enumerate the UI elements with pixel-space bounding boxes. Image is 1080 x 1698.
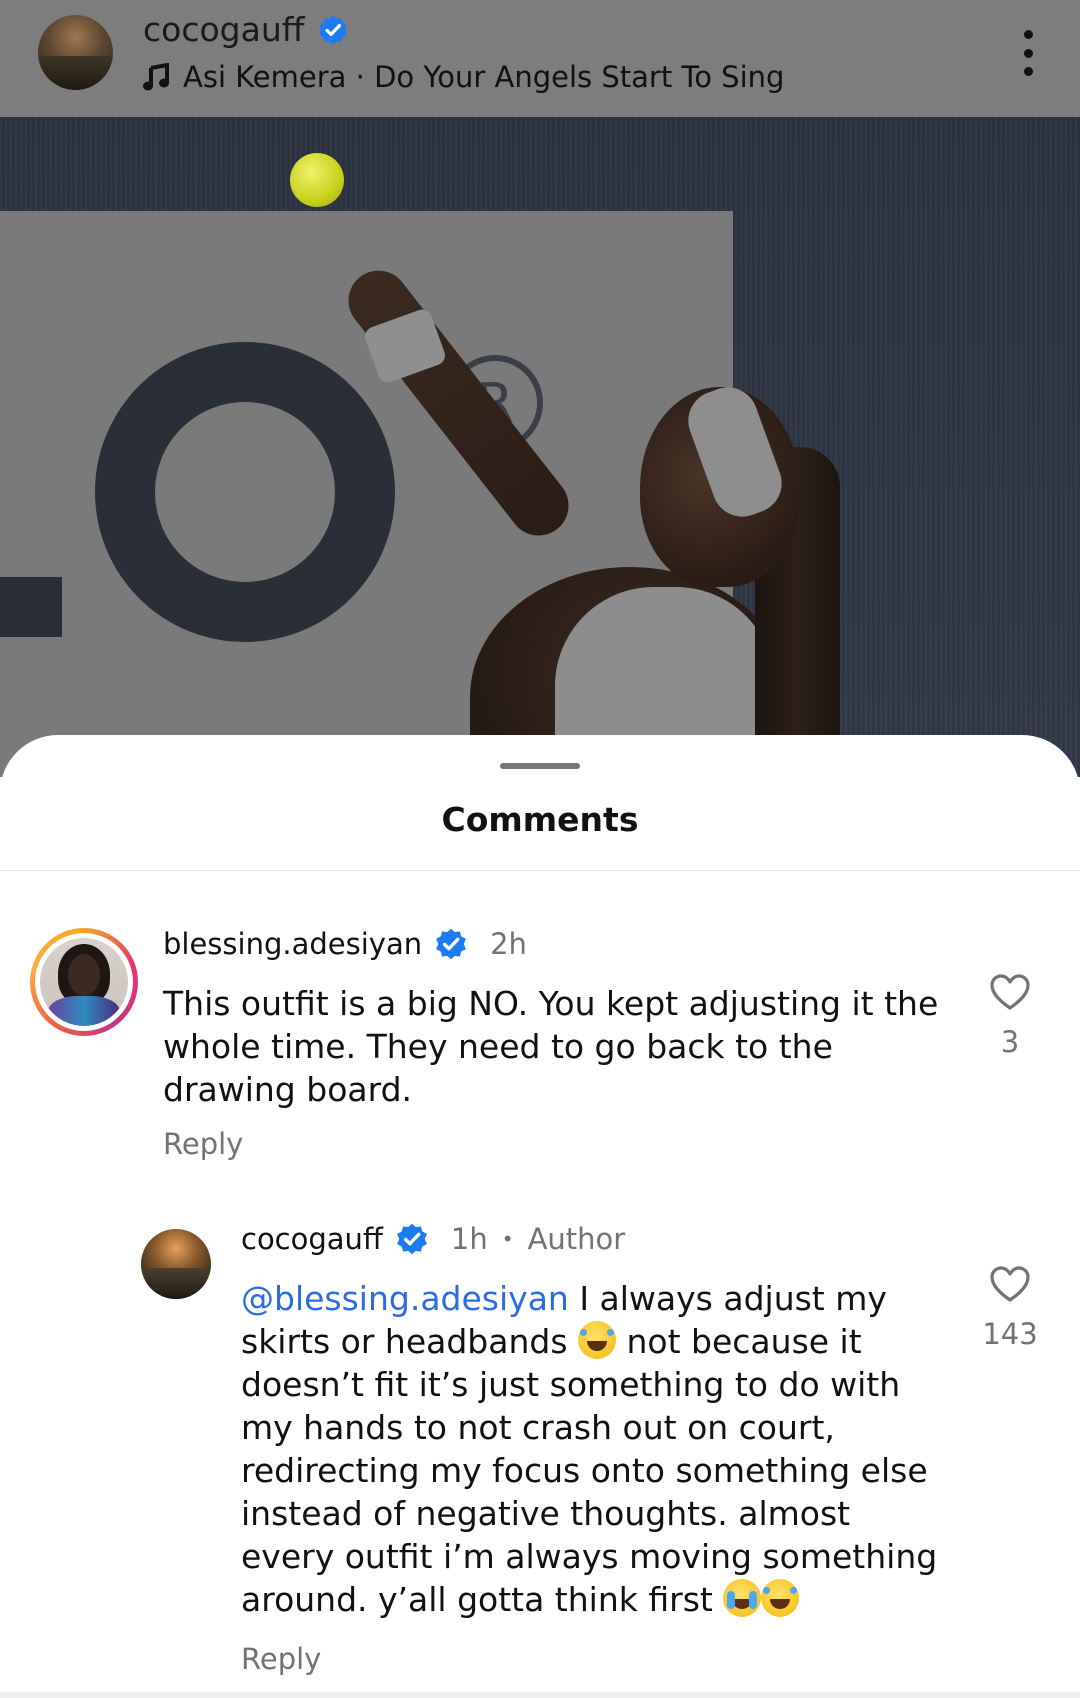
comment-header: blessing.adesiyan 2h <box>163 927 527 961</box>
like-count: 3 <box>1000 1025 1020 1059</box>
reply-button[interactable]: Reply <box>163 1127 243 1161</box>
comment-text-part2: not because it doesn’t fit it’s just som… <box>241 1322 938 1619</box>
like-count: 143 <box>982 1317 1038 1351</box>
post-author[interactable]: cocogauff <box>143 10 349 49</box>
post-header: cocogauff Asi Kemera · Do Your Angels St… <box>0 0 1080 117</box>
comment-text: This outfit is a big NO. You kept adjust… <box>163 984 939 1109</box>
like-button[interactable]: 143 <box>980 1265 1040 1351</box>
divider <box>0 870 1080 871</box>
heart-icon[interactable] <box>989 973 1031 1011</box>
sponsor-logo-o <box>95 342 395 642</box>
reply-button[interactable]: Reply <box>241 1642 321 1676</box>
sheet-title: Comments <box>441 800 639 839</box>
sponsor-logo-l <box>0 577 62 637</box>
author-label: Author <box>527 1222 626 1256</box>
sheet-drag-handle[interactable] <box>500 763 580 769</box>
comment-time: 2h <box>490 927 527 961</box>
post-author-avatar[interactable] <box>38 15 113 90</box>
comment-header: cocogauff 1h • Author <box>241 1222 625 1256</box>
tennis-ball <box>290 153 344 207</box>
post-photo[interactable]: R <box>0 117 1080 777</box>
comment-avatar[interactable] <box>30 928 138 1036</box>
laughing-emoji <box>761 1579 800 1617</box>
music-track[interactable]: Asi Kemera · Do Your Angels Start To Sin… <box>143 60 784 94</box>
heart-icon[interactable] <box>989 1265 1031 1303</box>
comment-avatar[interactable] <box>141 1229 211 1299</box>
laughing-emoji <box>578 1321 617 1359</box>
verified-badge-icon <box>397 1223 427 1255</box>
comment-text: @blessing.adesiyan I always adjust my sk… <box>241 1277 951 1621</box>
mention-link[interactable]: @blessing.adesiyan <box>241 1279 569 1318</box>
verified-badge-icon <box>436 928 466 960</box>
like-button[interactable]: 3 <box>980 973 1040 1059</box>
music-note-icon <box>143 63 169 91</box>
music-track-label: Asi Kemera · Do Your Angels Start To Sin… <box>183 60 785 94</box>
separator-dot: • <box>501 1227 514 1251</box>
comment-username[interactable]: cocogauff <box>241 1222 383 1256</box>
verified-badge-icon <box>318 15 347 44</box>
comments-sheet: Comments blessing.adesiyan 2h This outfi… <box>0 735 1080 1698</box>
crying-emoji <box>723 1579 762 1617</box>
comment-time: 1h <box>450 1222 488 1256</box>
more-options-icon[interactable] <box>1018 30 1038 76</box>
post-username[interactable]: cocogauff <box>143 10 305 49</box>
bottom-divider <box>0 1692 1080 1698</box>
comment-username[interactable]: blessing.adesiyan <box>163 927 422 961</box>
